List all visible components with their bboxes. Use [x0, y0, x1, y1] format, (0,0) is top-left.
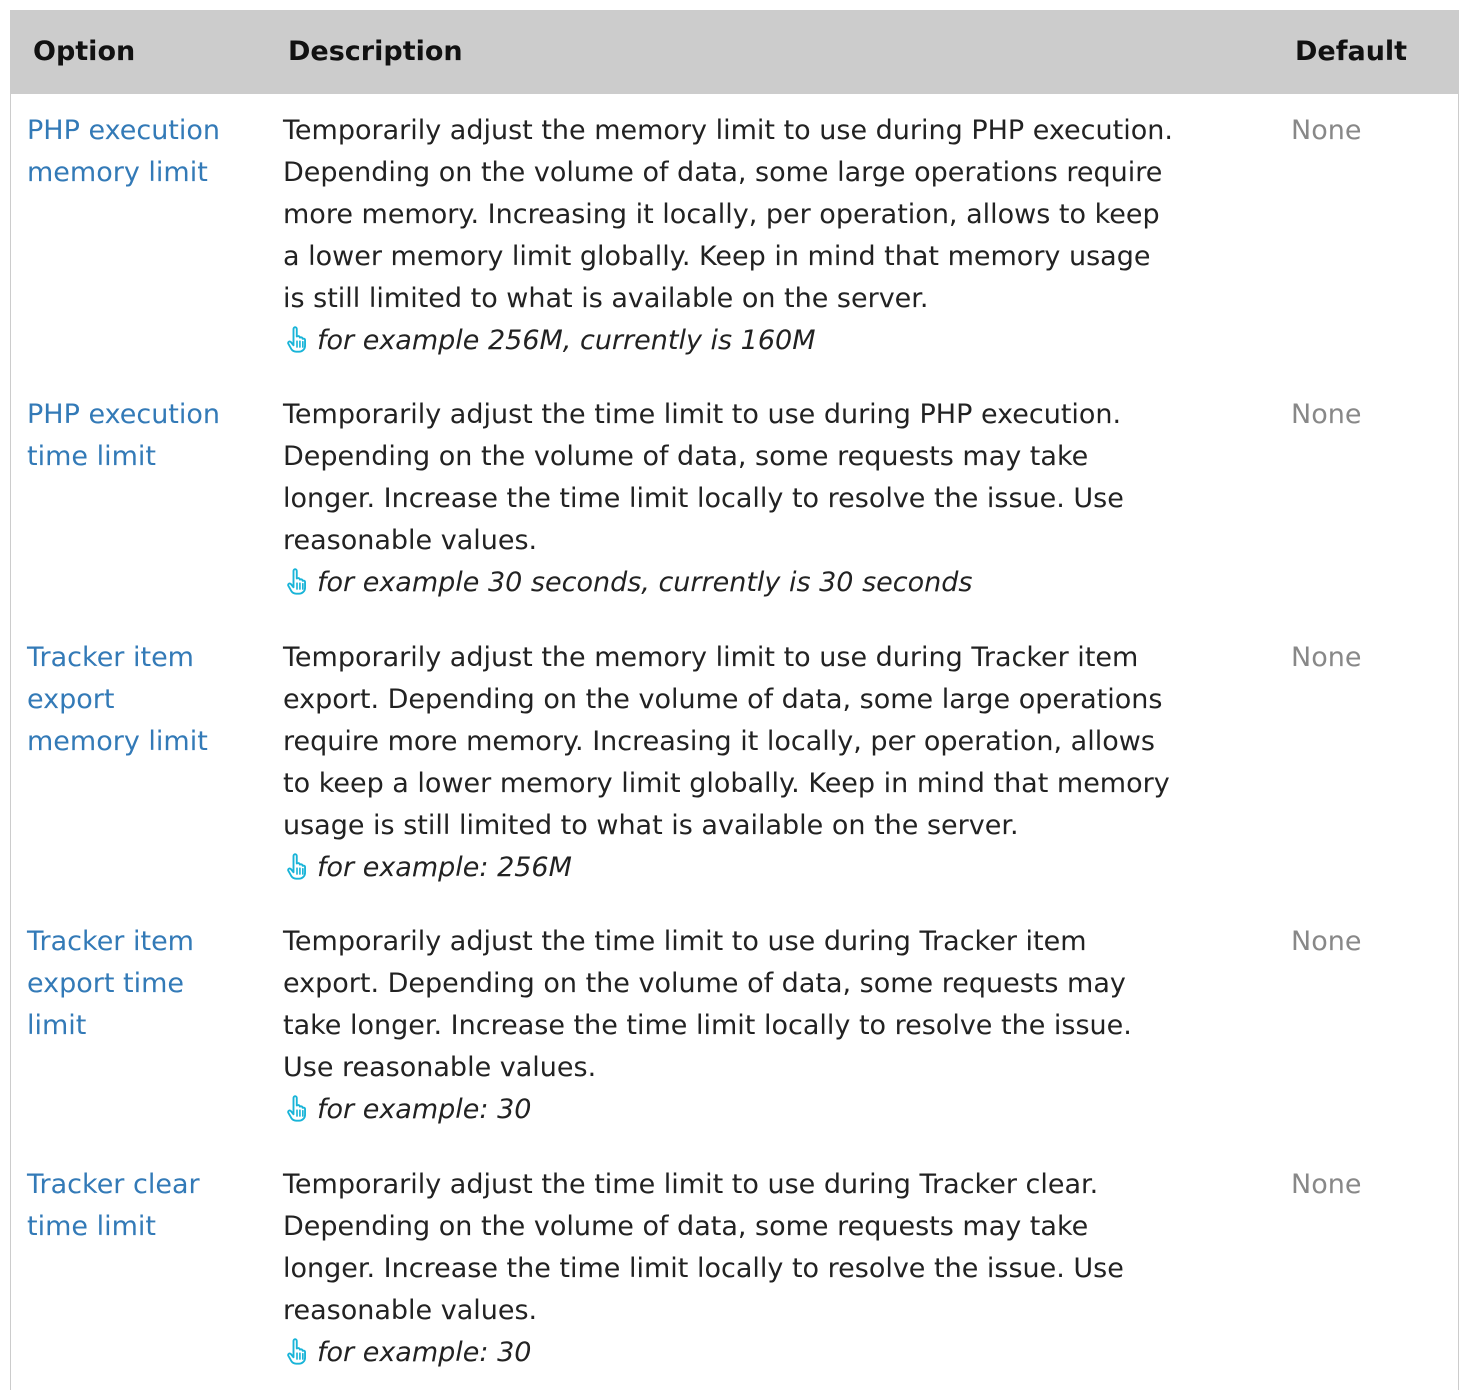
description-text: Temporarily adjust the memory limit to u… — [283, 115, 1173, 314]
default-value: None — [1291, 115, 1362, 146]
header-description: Description — [288, 36, 463, 67]
hint-text: for example 256M, currently is 160M — [317, 325, 816, 356]
header-default: Default — [1295, 36, 1408, 67]
hint: for example 30 seconds, currently is 30 … — [283, 562, 1283, 604]
default-value: None — [1291, 642, 1362, 673]
default-value: None — [1291, 399, 1362, 430]
default-value: None — [1291, 1169, 1362, 1200]
option-description: Temporarily adjust the time limit to use… — [283, 921, 1283, 1131]
description-text: Temporarily adjust the memory limit to u… — [283, 642, 1170, 841]
option-link[interactable]: Tracker item export memory limit — [27, 637, 257, 763]
hint: for example: 256M — [283, 847, 1283, 889]
option-description: Temporarily adjust the time limit to use… — [283, 1164, 1283, 1374]
hint: for example 256M, currently is 160M — [283, 320, 1283, 362]
option-description: Temporarily adjust the memory limit to u… — [283, 637, 1283, 889]
description-text: Temporarily adjust the time limit to use… — [283, 926, 1132, 1083]
hint-text: for example: 30 — [317, 1337, 532, 1368]
pointing-hand-icon — [287, 853, 306, 880]
option-description: Temporarily adjust the memory limit to u… — [283, 110, 1283, 362]
hint: for example: 30 — [283, 1089, 1283, 1131]
option-link[interactable]: Tracker item export time limit — [27, 921, 257, 1047]
option-description: Temporarily adjust the time limit to use… — [283, 394, 1283, 604]
option-link[interactable]: PHP execution time limit — [27, 394, 257, 478]
options-table: Option Description Default PHP execution… — [10, 10, 1459, 1390]
hint-text: for example 30 seconds, currently is 30 … — [317, 567, 973, 598]
hint-text: for example: 30 — [317, 1094, 532, 1125]
option-link[interactable]: PHP execution memory limit — [27, 110, 257, 194]
table-header: Option Description Default — [11, 10, 1458, 94]
option-link[interactable]: Tracker clear time limit — [27, 1164, 257, 1248]
description-text: Temporarily adjust the time limit to use… — [283, 399, 1124, 556]
pointing-hand-icon — [287, 568, 306, 595]
description-text: Temporarily adjust the time limit to use… — [283, 1169, 1124, 1326]
pointing-hand-icon — [287, 1338, 306, 1365]
pointing-hand-icon — [287, 326, 306, 353]
pointing-hand-icon — [287, 1095, 306, 1122]
hint-text: for example: 256M — [317, 852, 572, 883]
hint: for example: 30 — [283, 1332, 1283, 1374]
header-option: Option — [33, 36, 136, 67]
default-value: None — [1291, 926, 1362, 957]
